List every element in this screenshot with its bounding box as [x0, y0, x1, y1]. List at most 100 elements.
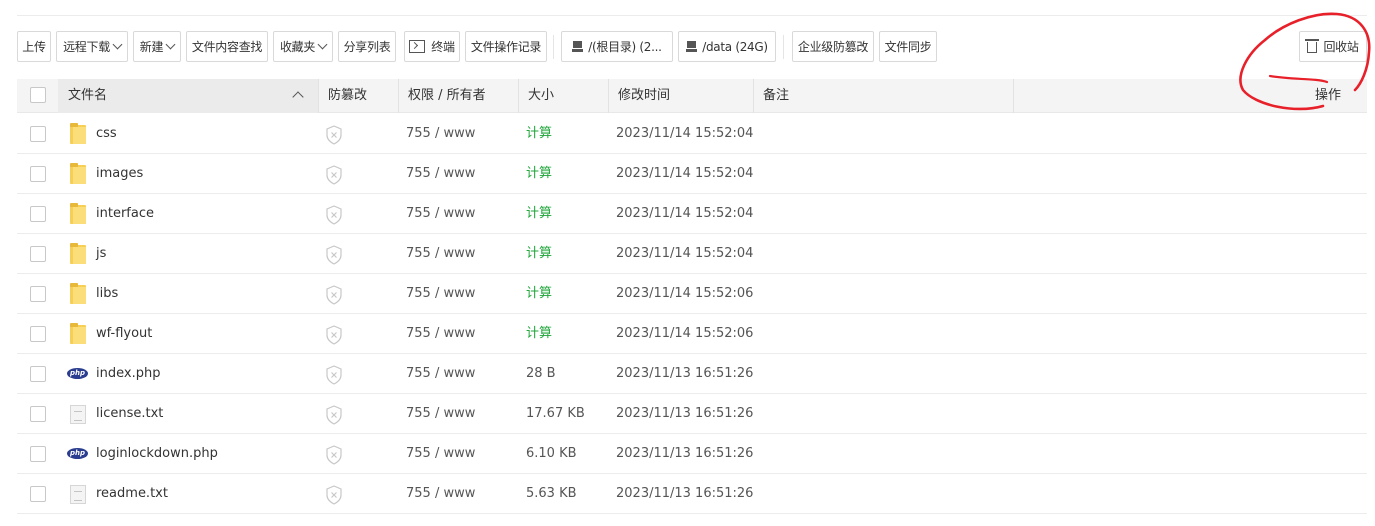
new-button[interactable]: 新建 — [133, 31, 181, 62]
tamper-shield-icon[interactable] — [325, 325, 343, 345]
tamper-shield-icon[interactable] — [325, 445, 343, 465]
column-divider — [318, 79, 319, 113]
table-row[interactable]: license.txt 755 / www 17.67 KB 2023/11/13 1… — [17, 394, 1367, 434]
table-row[interactable]: php loginlockdown.php 755 / www 6.10 KB 2023… — [17, 434, 1367, 474]
file-name[interactable]: js — [96, 234, 106, 274]
column-divider — [1013, 79, 1014, 113]
file-sync-label: 文件同步 — [884, 40, 932, 54]
table-row[interactable]: css 755 / www 计算 2023/11/14 15:52:04 — [17, 114, 1367, 154]
remote-download-label: 远程下载 — [63, 40, 110, 54]
upload-button[interactable]: 上传 — [17, 31, 51, 62]
row-checkbox[interactable] — [30, 406, 46, 422]
modified-time: 2023/11/14 15:52:04 — [616, 206, 754, 221]
file-size: 6.10 KB — [526, 446, 577, 461]
permission-owner[interactable]: 755 / www — [406, 274, 475, 314]
calculate-size-link[interactable]: 计算 — [526, 194, 552, 234]
file-name[interactable]: css — [96, 114, 117, 154]
permission-owner[interactable]: 755 / www — [406, 354, 475, 394]
column-header-name[interactable]: 文件名 — [58, 79, 318, 113]
permission-owner[interactable]: 755 / www — [406, 474, 475, 514]
tamper-shield-icon[interactable] — [325, 245, 343, 265]
permission-owner[interactable]: 755 / www — [406, 434, 475, 474]
permission-owner[interactable]: 755 / www — [406, 314, 475, 354]
file-name[interactable]: interface — [96, 194, 154, 234]
select-all-checkbox[interactable] — [30, 87, 46, 103]
toolbar-separator — [783, 35, 784, 59]
table-row[interactable]: js 755 / www 计算 2023/11/14 15:52:04 — [17, 234, 1367, 274]
table-row[interactable]: readme.txt 755 / www 5.63 KB 2023/11/13 16:… — [17, 474, 1367, 514]
column-divider — [518, 79, 519, 113]
modified-time: 2023/11/13 16:51:26 — [616, 406, 754, 421]
row-checkbox[interactable] — [30, 286, 46, 302]
tamper-shield-icon[interactable] — [325, 125, 343, 145]
modified-time: 2023/11/13 16:51:26 — [616, 486, 754, 501]
folder-icon — [70, 163, 86, 184]
row-checkbox[interactable] — [30, 446, 46, 462]
file-name[interactable]: index.php — [96, 354, 160, 394]
tamper-shield-icon[interactable] — [325, 205, 343, 225]
permission-owner[interactable]: 755 / www — [406, 154, 475, 194]
tamper-shield-icon[interactable] — [325, 165, 343, 185]
row-checkbox[interactable] — [30, 126, 46, 142]
file-sync-button[interactable]: 文件同步 — [879, 31, 937, 62]
column-header-remark[interactable]: 备注 — [763, 79, 789, 113]
row-checkbox[interactable] — [30, 246, 46, 262]
file-op-log-button[interactable]: 文件操作记录 — [465, 31, 547, 62]
file-name[interactable]: images — [96, 154, 143, 194]
content-search-button[interactable]: 文件内容查找 — [186, 31, 268, 62]
column-header-mtime[interactable]: 修改时间 — [618, 79, 670, 113]
tamper-shield-icon[interactable] — [325, 405, 343, 425]
text-file-icon — [70, 485, 86, 504]
disk-root-button[interactable]: /(根目录) (2... — [561, 31, 673, 62]
upload-label: 上传 — [22, 40, 46, 54]
file-name[interactable]: readme.txt — [96, 474, 168, 514]
calculate-size-link[interactable]: 计算 — [526, 154, 552, 194]
folder-icon — [70, 283, 86, 304]
tamper-shield-icon[interactable] — [325, 365, 343, 385]
table-row[interactable]: wf-flyout 755 / www 计算 2023/11/14 15:52:06 — [17, 314, 1367, 354]
tamper-shield-icon[interactable] — [325, 485, 343, 505]
row-checkbox[interactable] — [30, 326, 46, 342]
new-label: 新建 — [139, 40, 164, 54]
permission-owner[interactable]: 755 / www — [406, 394, 475, 434]
terminal-button[interactable]: 终端 — [404, 31, 460, 62]
modified-time: 2023/11/14 15:52:04 — [616, 166, 754, 181]
disk-root-label: /(根目录) (2... — [588, 40, 662, 54]
table-row[interactable]: libs 755 / www 计算 2023/11/14 15:52:06 — [17, 274, 1367, 314]
remote-download-button[interactable]: 远程下载 — [56, 31, 128, 62]
row-checkbox[interactable] — [30, 366, 46, 382]
file-name[interactable]: license.txt — [96, 394, 163, 434]
sort-ascending-icon[interactable] — [292, 91, 304, 103]
share-list-button[interactable]: 分享列表 — [338, 31, 396, 62]
column-header-tamper[interactable]: 防篡改 — [328, 79, 367, 113]
enterprise-tamper-button[interactable]: 企业级防篡改 — [792, 31, 874, 62]
share-list-label: 分享列表 — [343, 40, 391, 54]
permission-owner[interactable]: 755 / www — [406, 114, 475, 154]
row-checkbox[interactable] — [30, 166, 46, 182]
content-search-label: 文件内容查找 — [191, 40, 263, 54]
file-name[interactable]: libs — [96, 274, 118, 314]
file-size: 17.67 KB — [526, 406, 585, 421]
column-header-name-label: 文件名 — [68, 88, 108, 103]
file-size: 28 B — [526, 366, 556, 381]
file-name[interactable]: loginlockdown.php — [96, 434, 218, 474]
calculate-size-link[interactable]: 计算 — [526, 314, 552, 354]
calculate-size-link[interactable]: 计算 — [526, 274, 552, 314]
calculate-size-link[interactable]: 计算 — [526, 234, 552, 274]
calculate-size-link[interactable]: 计算 — [526, 114, 552, 154]
table-row[interactable]: php index.php 755 / www 28 B 2023/11/13 16:5… — [17, 354, 1367, 394]
recycle-bin-button[interactable]: 回收站 — [1299, 31, 1367, 62]
row-checkbox[interactable] — [30, 486, 46, 502]
tamper-shield-icon[interactable] — [325, 285, 343, 305]
permission-owner[interactable]: 755 / www — [406, 194, 475, 234]
recycle-bin-label: 回收站 — [1323, 40, 1359, 54]
table-row[interactable]: interface 755 / www 计算 2023/11/14 15:52:04 — [17, 194, 1367, 234]
column-header-perm[interactable]: 权限 / 所有者 — [408, 79, 486, 113]
favorites-button[interactable]: 收藏夹 — [273, 31, 333, 62]
permission-owner[interactable]: 755 / www — [406, 234, 475, 274]
column-header-size[interactable]: 大小 — [528, 79, 554, 113]
row-checkbox[interactable] — [30, 206, 46, 222]
table-row[interactable]: images 755 / www 计算 2023/11/14 15:52:04 — [17, 154, 1367, 194]
file-name[interactable]: wf-flyout — [96, 314, 152, 354]
disk-data-button[interactable]: /data (24G) — [678, 31, 776, 62]
